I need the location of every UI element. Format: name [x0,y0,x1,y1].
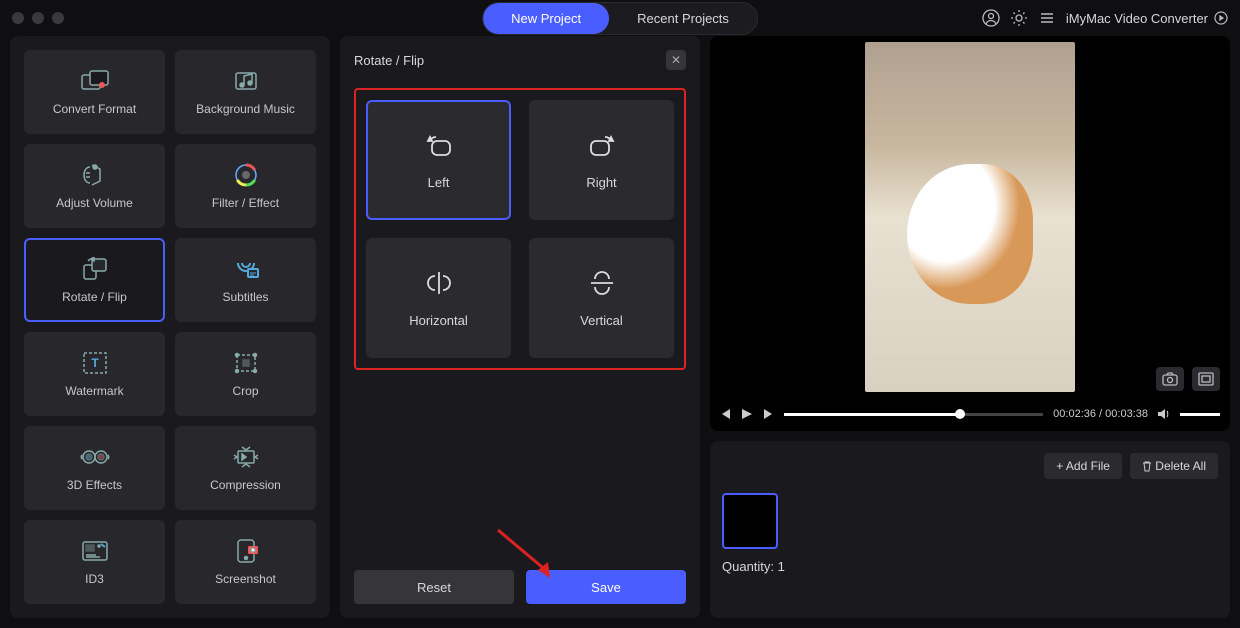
rotate-option-label: Vertical [580,313,623,328]
fullscreen-button[interactable] [1192,367,1220,391]
save-button[interactable]: Save [526,570,686,604]
rotate-option-label: Left [428,175,450,190]
next-button[interactable] [762,409,774,419]
close-window[interactable] [12,12,24,24]
video-viewport[interactable] [710,36,1230,397]
tool-label: Filter / Effect [212,196,279,210]
settings-icon[interactable] [1010,9,1028,27]
add-file-button[interactable]: + Add File [1044,453,1122,479]
tool-watermark[interactable]: T Watermark [24,332,165,416]
player-controls: 00:02:36 / 00:03:38 [710,397,1230,431]
file-thumbnail[interactable] [722,493,778,549]
tool-label: ID3 [85,572,104,586]
tool-label: Subtitles [222,290,268,304]
tool-crop[interactable]: Crop [175,332,316,416]
file-panel: + Add File Delete All Quantity: 1 [710,441,1230,618]
maximize-window[interactable] [52,12,64,24]
tool-label: Rotate / Flip [62,290,127,304]
quantity-label: Quantity: 1 [722,559,1218,574]
rotate-left-icon [422,131,456,159]
volume-slider[interactable] [1180,413,1220,416]
convert-icon [80,68,110,94]
app-name: iMyMac Video Converter [1066,11,1228,26]
tool-label: 3D Effects [67,478,122,492]
tool-label: Compression [210,478,281,492]
tool-label: Adjust Volume [56,196,133,210]
rotate-flip-panel: Rotate / Flip ✕ Left Right Horizontal Verti… [340,36,700,618]
tool-background-music[interactable]: Background Music [175,50,316,134]
svg-text:T: T [91,356,99,370]
rotate-option-vertical[interactable]: Vertical [529,238,674,358]
tool-filter-effect[interactable]: Filter / Effect [175,144,316,228]
id3-icon [80,538,110,564]
tool-id3[interactable]: ID3 [24,520,165,604]
tab-new-project[interactable]: New Project [483,3,609,34]
rotate-option-label: Right [586,175,616,190]
snapshot-button[interactable] [1156,367,1184,391]
tool-label: Convert Format [53,102,136,116]
seek-bar[interactable] [784,413,1043,416]
panel-title: Rotate / Flip [354,53,424,68]
window-controls [12,12,64,24]
subtitles-icon [231,256,261,282]
tool-sidebar: Convert Format Background Music Adjust Vol… [10,36,330,618]
video-preview: 00:02:36 / 00:03:38 [710,36,1230,431]
volume-icon [80,162,110,188]
music-icon [231,68,261,94]
screenshot-icon [231,538,261,564]
reset-button[interactable]: Reset [354,570,514,604]
tool-3d-effects[interactable]: 3D Effects [24,426,165,510]
minimize-window[interactable] [32,12,44,24]
watermark-icon: T [80,350,110,376]
compress-icon [231,444,261,470]
tool-subtitles[interactable]: Subtitles [175,238,316,322]
delete-all-button[interactable]: Delete All [1130,453,1218,479]
rotate-option-horizontal[interactable]: Horizontal [366,238,511,358]
tool-label: Watermark [65,384,123,398]
rotate-option-right[interactable]: Right [529,100,674,220]
tool-label: Background Music [196,102,295,116]
close-panel-button[interactable]: ✕ [666,50,686,70]
menu-icon[interactable] [1038,9,1056,27]
rotate-icon [80,256,110,282]
time-display: 00:02:36 / 00:03:38 [1053,408,1148,420]
tab-recent-projects[interactable]: Recent Projects [609,3,757,34]
prev-button[interactable] [720,409,732,419]
rotate-vertical-icon [585,269,619,297]
tool-compression[interactable]: Compression [175,426,316,510]
rotate-right-icon [585,131,619,159]
rotate-option-label: Horizontal [409,313,468,328]
play-button[interactable] [742,409,752,419]
filter-icon [231,162,261,188]
tool-adjust-volume[interactable]: Adjust Volume [24,144,165,228]
3d-icon [80,444,110,470]
rotate-options-highlight: Left Right Horizontal Vertical [354,88,686,370]
rotate-option-left[interactable]: Left [366,100,511,220]
account-icon[interactable] [982,9,1000,27]
tool-label: Crop [232,384,258,398]
tool-convert-format[interactable]: Convert Format [24,50,165,134]
volume-icon[interactable] [1158,408,1170,420]
titlebar: New Project Recent Projects iMyMac Video… [0,0,1240,36]
tool-rotate-flip[interactable]: Rotate / Flip [24,238,165,322]
tool-screenshot[interactable]: Screenshot [175,520,316,604]
project-tabs: New Project Recent Projects [482,2,758,35]
rotate-horizontal-icon [422,269,456,297]
crop-icon [231,350,261,376]
tool-label: Screenshot [215,572,276,586]
